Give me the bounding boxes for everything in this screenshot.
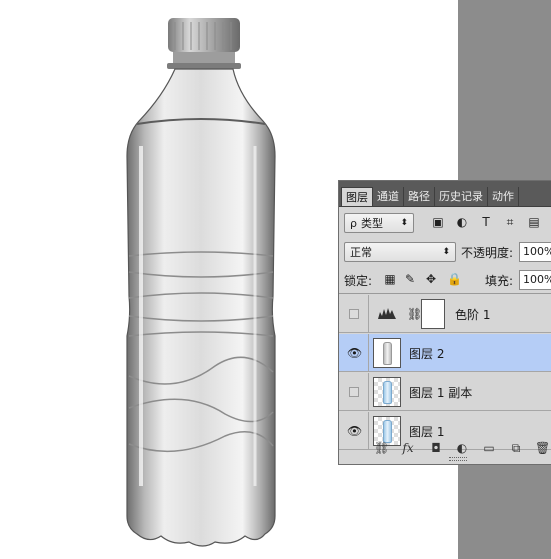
blend-row: 正常 ⬍ 不透明度: 100% xyxy=(339,238,551,266)
layer-thumbnail xyxy=(373,377,401,407)
layer-thumbnail xyxy=(373,338,401,368)
adjustment-icon[interactable]: ◐ xyxy=(455,441,469,455)
tab-actions[interactable]: 动作 xyxy=(488,187,519,206)
eye-icon: 👁 xyxy=(347,346,363,360)
shape-filter-icon[interactable]: ⌗ xyxy=(503,215,517,229)
select-arrows-icon: ⬍ xyxy=(442,247,450,257)
lock-row: 锁定: ▦ ✎ ✥ 🔒 填充: 100% xyxy=(339,265,551,294)
add-mask-icon[interactable]: ◘ xyxy=(429,441,443,455)
fx-icon[interactable]: fx xyxy=(401,441,415,455)
lock-label: 锁定: xyxy=(344,274,373,288)
layer-filter-row: ρ 类型 ⬍ ▣ ◐ T ⌗ ▤ xyxy=(339,209,551,237)
layers-panel-footer: ⛓ fx ◘ ◐ ▭ ⧉ 🗑 xyxy=(339,437,551,459)
select-arrows-icon: ⬍ xyxy=(400,218,408,228)
opacity-input[interactable]: 100% xyxy=(519,242,551,262)
search-icon: ρ xyxy=(350,216,357,230)
group-folder-icon[interactable]: ▭ xyxy=(482,441,496,455)
layer-name: 图层 2 xyxy=(409,347,445,361)
adjustment-filter-icon[interactable]: ◐ xyxy=(455,215,469,229)
type-filter-icon[interactable]: T xyxy=(479,215,493,229)
bottle-thumbnail-icon xyxy=(383,342,392,365)
visibility-toggle[interactable]: 👁 xyxy=(339,334,369,372)
opacity-label: 不透明度: xyxy=(461,246,514,260)
layer-row-levels[interactable]: ⛓ 色阶 1 xyxy=(339,295,551,333)
lock-pixels-brush-icon[interactable]: ✎ xyxy=(403,272,417,286)
hidden-visibility-box xyxy=(349,387,359,397)
filter-type-select[interactable]: ρ 类型 ⬍ xyxy=(344,213,414,233)
mask-link-icon[interactable]: ⛓ xyxy=(407,307,422,321)
layer-mask-thumbnail[interactable] xyxy=(421,299,445,329)
visibility-toggle[interactable] xyxy=(339,373,369,411)
blend-mode-value: 正常 xyxy=(350,246,372,259)
link-layers-icon[interactable]: ⛓ xyxy=(374,441,389,455)
lock-all-icon[interactable]: 🔒 xyxy=(447,272,462,286)
fill-input[interactable]: 100% xyxy=(519,270,551,290)
layer-name: 色阶 1 xyxy=(455,308,491,322)
lock-transparency-icon[interactable]: ▦ xyxy=(383,272,397,286)
layer-row-1-copy[interactable]: 图层 1 副本 xyxy=(339,373,551,411)
layers-panel: 图层 通道 路径 历史记录 动作 ρ 类型 ⬍ ▣ ◐ T ⌗ ▤ 正常 ⬍ 不… xyxy=(338,180,551,465)
lock-position-move-icon[interactable]: ✥ xyxy=(424,272,438,286)
panel-tab-bar: 图层 通道 路径 历史记录 动作 xyxy=(339,181,551,207)
filter-type-label: 类型 xyxy=(360,217,383,230)
tab-channels[interactable]: 通道 xyxy=(373,187,404,206)
blend-mode-select[interactable]: 正常 ⬍ xyxy=(344,242,456,262)
visibility-toggle[interactable] xyxy=(339,295,369,333)
layer-name: 图层 1 副本 xyxy=(409,386,473,400)
bottle-thumbnail-icon xyxy=(383,381,392,404)
new-layer-icon[interactable]: ⧉ xyxy=(509,441,523,455)
tab-history[interactable]: 历史记录 xyxy=(435,187,488,206)
eye-icon: 👁 xyxy=(347,424,363,438)
panel-resize-grip[interactable] xyxy=(449,457,467,461)
fill-label: 填充: xyxy=(485,274,514,288)
hidden-visibility-box xyxy=(349,309,359,319)
tab-layers[interactable]: 图层 xyxy=(341,187,373,206)
levels-adjustment-icon xyxy=(378,308,396,319)
smart-object-filter-icon[interactable]: ▤ xyxy=(527,215,541,229)
trash-icon[interactable]: 🗑 xyxy=(535,441,550,455)
water-bottle-image xyxy=(126,18,276,547)
tab-paths[interactable]: 路径 xyxy=(404,187,435,206)
layer-row-2[interactable]: 👁 图层 2 xyxy=(339,334,551,372)
image-filter-icon[interactable]: ▣ xyxy=(431,215,445,229)
